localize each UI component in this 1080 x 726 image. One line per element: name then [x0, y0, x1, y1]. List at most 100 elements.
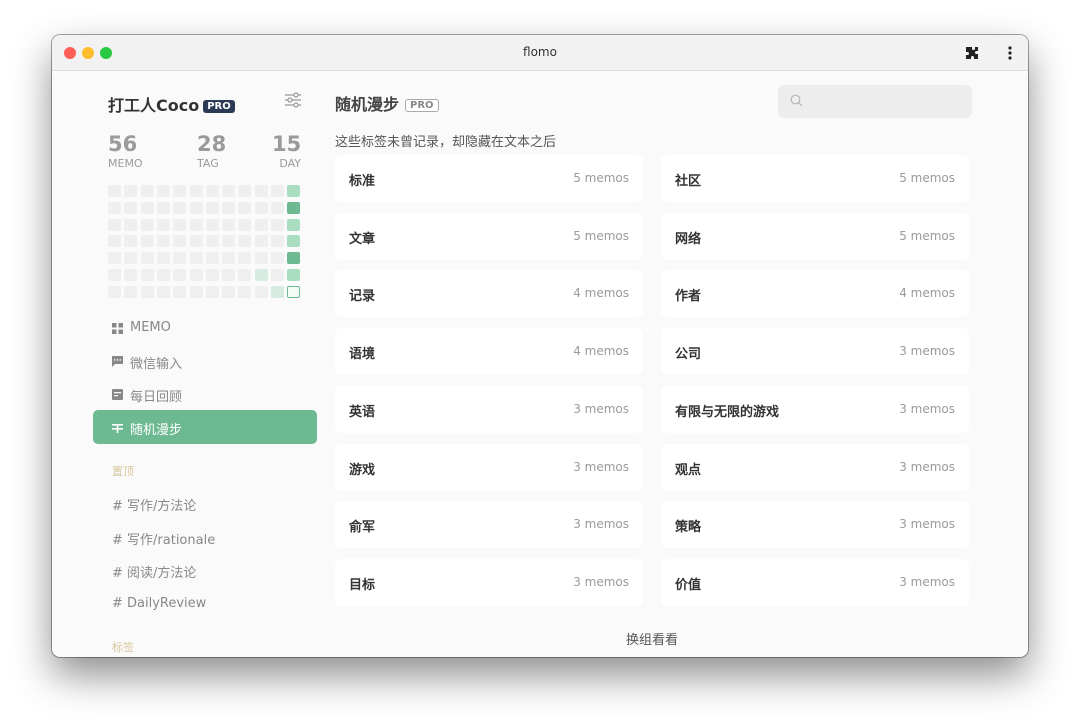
puzzle-icon[interactable] [964, 45, 980, 61]
tag-name: 社区 [675, 174, 702, 189]
heatmap-cell [254, 201, 268, 214]
stat-label: MEMO [108, 157, 143, 170]
chat-icon [112, 356, 123, 367]
tag-memo-count: 4 memos [899, 286, 955, 301]
heatmap-cell [205, 218, 219, 231]
heatmap-cell [271, 269, 284, 281]
tag-card[interactable]: 策略 3 memos [661, 501, 969, 549]
search-input[interactable] [778, 85, 972, 118]
nav-item-label: 每日回顾 [130, 390, 183, 405]
tag-card[interactable]: 语境 4 memos [335, 328, 643, 376]
heatmap-cell [173, 235, 187, 248]
heatmap-cell [156, 201, 170, 214]
heatmap-cell [205, 185, 219, 197]
heatmap-cell [140, 218, 154, 231]
app-window: flomo 打工人CocoPRO 56 MEMO 28 TAG 15 DAY [52, 35, 1028, 657]
nav-item-label: 随机漫步 [130, 423, 183, 438]
tag-memo-count: 3 memos [899, 574, 955, 589]
tag-card[interactable]: 记录 4 memos [335, 270, 643, 318]
nav-item-wechat-input[interactable]: 微信输入 [93, 344, 317, 378]
tag-card[interactable]: 英语 3 memos [335, 385, 643, 433]
heatmap-cell [156, 252, 170, 265]
heatmap-cell [124, 235, 138, 248]
heatmap-cell [108, 252, 121, 265]
heatmap-cell [156, 269, 170, 281]
heatmap-cell [222, 235, 236, 248]
tag-memo-count: 3 memos [573, 401, 629, 416]
heatmap-cell [205, 235, 219, 248]
nav-item-daily-review[interactable]: 每日回顾 [93, 377, 317, 411]
heatmap-cell [287, 252, 301, 265]
stat-tag: 28 TAG [197, 132, 226, 170]
tag-name: 观点 [675, 462, 702, 478]
heatmap-cell [222, 252, 236, 265]
heatmap-cell [254, 235, 268, 248]
tag-card[interactable]: 目标 3 memos [335, 558, 643, 606]
tag-card[interactable]: 观点 3 memos [661, 443, 969, 491]
heatmap-cell [140, 201, 154, 214]
tags-section-label: 标签 [112, 641, 134, 654]
heatmap-cell [287, 201, 301, 214]
tag-card[interactable]: 公司 3 memos [661, 328, 969, 376]
heatmap-cell [238, 285, 252, 298]
tag-card[interactable]: 社区 5 memos [661, 155, 969, 202]
tag-card[interactable]: 价值 3 memos [661, 558, 969, 606]
pinned-tag-link[interactable]: # 阅读/方法论 [112, 562, 196, 581]
heatmap-cell [173, 218, 187, 231]
heatmap-cell [287, 185, 301, 197]
heatmap-cell [254, 285, 268, 298]
heatmap-cell [222, 185, 236, 197]
tag-memo-count: 5 memos [899, 171, 955, 185]
heatmap-cell [271, 285, 284, 298]
tag-memo-count: 3 memos [899, 401, 955, 416]
calendar-icon [112, 389, 123, 400]
heatmap-cell [271, 235, 284, 248]
user-name[interactable]: 打工人Coco PRO [108, 92, 235, 116]
pinned-tag-link[interactable]: # 写作/rationale [112, 529, 215, 548]
tag-card[interactable]: 作者 4 memos [661, 270, 969, 318]
stat-day: 15 DAY [272, 132, 301, 170]
shuffle-button[interactable]: 换组看看 [552, 629, 752, 648]
heatmap-cell [238, 252, 252, 265]
heatmap-cell [124, 285, 138, 298]
heatmap-cell [222, 269, 236, 281]
nav-item-memo[interactable]: MEMO [93, 311, 317, 345]
page-title-text: 随机漫步 [335, 95, 400, 114]
heatmap-cell [287, 269, 301, 281]
tag-card[interactable]: 俞军 3 memos [335, 501, 643, 549]
tag-card[interactable]: 有限与无限的游戏 3 memos [661, 385, 969, 433]
heatmap-cell [173, 285, 187, 298]
heatmap-cell [108, 285, 121, 298]
tag-name: 网络 [675, 231, 702, 247]
more-menu-icon[interactable] [1002, 44, 1018, 62]
heatmap-cell [238, 218, 252, 231]
heatmap-cell [238, 201, 252, 214]
pinned-tag-link[interactable]: # 写作/方法论 [112, 495, 196, 514]
heatmap-cell [108, 218, 121, 231]
heatmap-cell [287, 285, 301, 298]
pinned-tag-link[interactable]: # DailyReview [112, 596, 206, 611]
window-title: flomo [523, 45, 557, 59]
heatmap-cell [156, 185, 170, 197]
tag-memo-count: 3 memos [899, 344, 955, 359]
pro-badge: PRO [405, 99, 439, 112]
tag-card[interactable]: 游戏 3 memos [335, 443, 643, 491]
tag-name: 英语 [349, 404, 376, 420]
heatmap-cell [238, 185, 252, 197]
tag-memo-count: 3 memos [573, 459, 629, 474]
tag-card[interactable]: 文章 5 memos [335, 212, 643, 260]
heatmap-cell [205, 252, 219, 265]
settings-sliders-icon[interactable] [284, 92, 302, 108]
nav-item-random-walk[interactable]: 随机漫步 [93, 410, 317, 444]
heatmap-cell [189, 252, 203, 265]
tag-name: 游戏 [349, 462, 376, 478]
heatmap-cell [254, 269, 268, 281]
heatmap-cell [124, 269, 138, 281]
heatmap-cell [108, 235, 121, 248]
pinned-section-label: 置顶 [112, 465, 134, 478]
tag-card[interactable]: 标准 5 memos [335, 155, 643, 202]
stat-memo: 56 MEMO [108, 132, 143, 170]
heatmap-cell [287, 235, 301, 248]
heatmap-cell [189, 285, 203, 298]
tag-card[interactable]: 网络 5 memos [661, 212, 969, 260]
